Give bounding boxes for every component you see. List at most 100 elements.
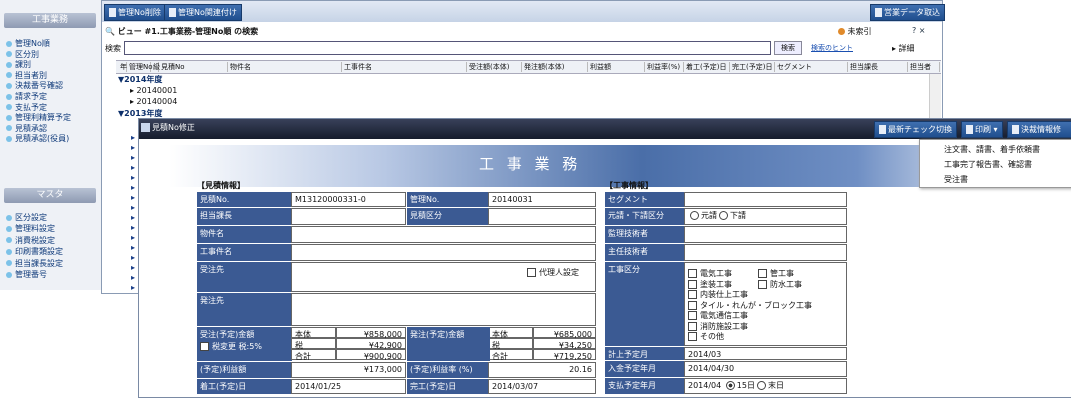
help-close-icons[interactable]: ? ×	[912, 26, 926, 35]
purchase-amount-value[interactable]: ¥685,000	[533, 327, 596, 339]
column-header[interactable]: 級	[151, 62, 160, 72]
sidebar-item[interactable]: 決裁番号確認	[6, 80, 63, 91]
tree-expand-icon[interactable]: ▸	[131, 133, 135, 142]
order-amount-value[interactable]: ¥42,900	[336, 338, 406, 350]
column-header[interactable]: セグメント	[775, 62, 848, 72]
search-button[interactable]: 検索	[774, 41, 802, 55]
estimate-category-field[interactable]	[488, 208, 596, 225]
sidebar-item[interactable]: 見積承認(役員)	[6, 133, 69, 144]
tree-expand-icon[interactable]: ▸	[131, 253, 135, 262]
booking-month-field[interactable]: 2014/03	[684, 347, 847, 360]
link-kanri-no-button[interactable]: 管理No関連付け	[164, 4, 242, 21]
tree-expand-icon[interactable]: ▸	[131, 233, 135, 242]
estimate-no-field[interactable]: M13120000331-0	[291, 192, 406, 207]
column-header[interactable]: 担当者	[908, 62, 940, 72]
menu-item-order-documents[interactable]: 注文書、請書、着手依頼書	[944, 144, 1040, 155]
column-header[interactable]: 着工(予定)日	[684, 62, 730, 72]
column-header[interactable]: 完工(予定)日	[730, 62, 775, 72]
column-header[interactable]: 工事件名	[342, 62, 467, 72]
tree-year-2014[interactable]: ▼2014年度	[118, 74, 162, 85]
tree-expand-icon[interactable]: ▸	[131, 153, 135, 162]
sidebar-item[interactable]: 印刷書類設定	[6, 246, 63, 257]
purchase-amount-value[interactable]: ¥719,250	[533, 349, 596, 361]
column-header[interactable]: 利益額	[588, 62, 645, 72]
tree-expand-icon[interactable]: ▸	[131, 213, 135, 222]
column-header[interactable]: 受注額(本体)	[467, 62, 522, 72]
sidebar-item[interactable]: 管理利精算予定	[6, 112, 71, 123]
radio-icon[interactable]	[756, 381, 766, 390]
tree-expand-icon[interactable]: ▸	[131, 163, 135, 172]
tree-expand-icon[interactable]: ▸	[131, 223, 135, 232]
supplier-field[interactable]	[291, 293, 596, 326]
column-header[interactable]: 利益率(%)	[645, 62, 684, 72]
latest-check-toggle-button[interactable]: 最新チェック切換	[874, 121, 957, 138]
order-amount-value[interactable]: ¥858,000	[336, 327, 406, 339]
detail-button[interactable]: ▸ 詳細	[892, 43, 915, 54]
segment-field[interactable]	[684, 192, 847, 207]
order-amount-value[interactable]: ¥900,900	[336, 349, 406, 361]
property-name-field[interactable]	[291, 226, 596, 243]
payment-out-field[interactable]: 2014/04 15日 末日	[684, 378, 847, 394]
construction-category-checkbox[interactable]: タイル・れんが・ブロック工事	[688, 300, 848, 310]
sidebar-item[interactable]: 担当者別	[6, 70, 47, 81]
delete-kanri-no-button[interactable]: 管理No削除	[104, 4, 166, 21]
construction-category-checkbox[interactable]: 防水工事	[758, 279, 918, 289]
tree-row[interactable]: ▸ 20140004	[130, 97, 177, 106]
column-header[interactable]: 物件名	[228, 62, 342, 72]
payment-in-field[interactable]: 2014/04/30	[684, 361, 847, 377]
construction-category-checkbox[interactable]: その他	[688, 331, 848, 341]
column-header[interactable]: 管理No	[127, 62, 153, 72]
column-header[interactable]: 担当課長	[848, 62, 908, 72]
sidebar-item[interactable]: 見積承認	[6, 123, 47, 134]
search-input[interactable]	[124, 41, 771, 55]
contract-type-field[interactable]: 元請 下請	[684, 208, 847, 225]
chief-engineer-field[interactable]	[684, 244, 847, 261]
column-header[interactable]: 発注額(本体)	[522, 62, 588, 72]
search-hint-link[interactable]: 検索のヒント	[811, 43, 853, 53]
profit-amount-field[interactable]: ¥173,000	[291, 362, 406, 378]
sidebar-item[interactable]: 管理No順	[6, 38, 50, 49]
radio-icon[interactable]	[690, 211, 699, 220]
column-header[interactable]: 年	[118, 62, 127, 72]
sidebar-item[interactable]: 消費税設定	[6, 235, 55, 246]
completion-date-field[interactable]: 2014/03/07	[488, 379, 596, 394]
kanri-no-field[interactable]: 20140031	[488, 192, 596, 207]
sidebar-item[interactable]: 担当課長設定	[6, 258, 63, 269]
tree-expand-icon[interactable]: ▸	[131, 193, 135, 202]
sidebar-item[interactable]: 管理番号	[6, 269, 47, 280]
construction-category-checkbox[interactable]: 内装仕上工事	[688, 289, 848, 299]
sidebar-item[interactable]: 支払予定	[6, 102, 47, 113]
tree-expand-icon[interactable]: ▸	[131, 183, 135, 192]
print-button[interactable]: 印刷 ▾	[961, 121, 1003, 138]
tree-row[interactable]: ▸ 20140001	[130, 86, 177, 95]
tree-expand-icon[interactable]: ▸	[131, 143, 135, 152]
construction-category-checkbox[interactable]: 管工事	[758, 268, 918, 278]
sidebar-item[interactable]: 請求予定	[6, 91, 47, 102]
agent-checkbox[interactable]: 代理人設定	[527, 267, 597, 279]
construction-category-checkbox[interactable]: 消防施設工事	[688, 321, 848, 331]
menu-item-order-receipt[interactable]: 受注書	[944, 174, 968, 185]
tree-expand-icon[interactable]: ▸	[131, 283, 135, 292]
sidebar-item[interactable]: 課別	[6, 59, 31, 70]
manager-field[interactable]	[291, 208, 406, 225]
tree-expand-icon[interactable]: ▸	[131, 203, 135, 212]
purchase-amount-value[interactable]: ¥34,250	[533, 338, 596, 350]
tax-change-checkbox[interactable]: 税変更 税:5%	[200, 342, 292, 351]
sidebar-item[interactable]: 管理料設定	[6, 223, 55, 234]
tree-expand-icon[interactable]: ▸	[131, 263, 135, 272]
radio-icon[interactable]	[719, 211, 728, 220]
tree-expand-icon[interactable]: ▸	[131, 243, 135, 252]
tree-expand-icon[interactable]: ▸	[131, 173, 135, 182]
sidebar-item[interactable]: 区分別	[6, 49, 39, 60]
radio-icon[interactable]	[725, 381, 735, 390]
construction-category-checkbox[interactable]: 電気通信工事	[688, 310, 848, 320]
construction-name-field[interactable]	[291, 244, 596, 261]
menu-item-completion-report[interactable]: 工事完了報告書、確認書	[944, 159, 1032, 170]
decision-edit-button[interactable]: 決裁情報修	[1007, 121, 1071, 138]
import-sales-data-button[interactable]: 営業データ取込	[870, 4, 945, 21]
column-header[interactable]: 見積No	[159, 62, 228, 72]
profit-rate-field[interactable]: 20.16	[488, 362, 596, 378]
sidebar-item[interactable]: 区分設定	[6, 212, 47, 223]
supervising-engineer-field[interactable]	[684, 226, 847, 243]
start-date-field[interactable]: 2014/01/25	[291, 379, 406, 394]
